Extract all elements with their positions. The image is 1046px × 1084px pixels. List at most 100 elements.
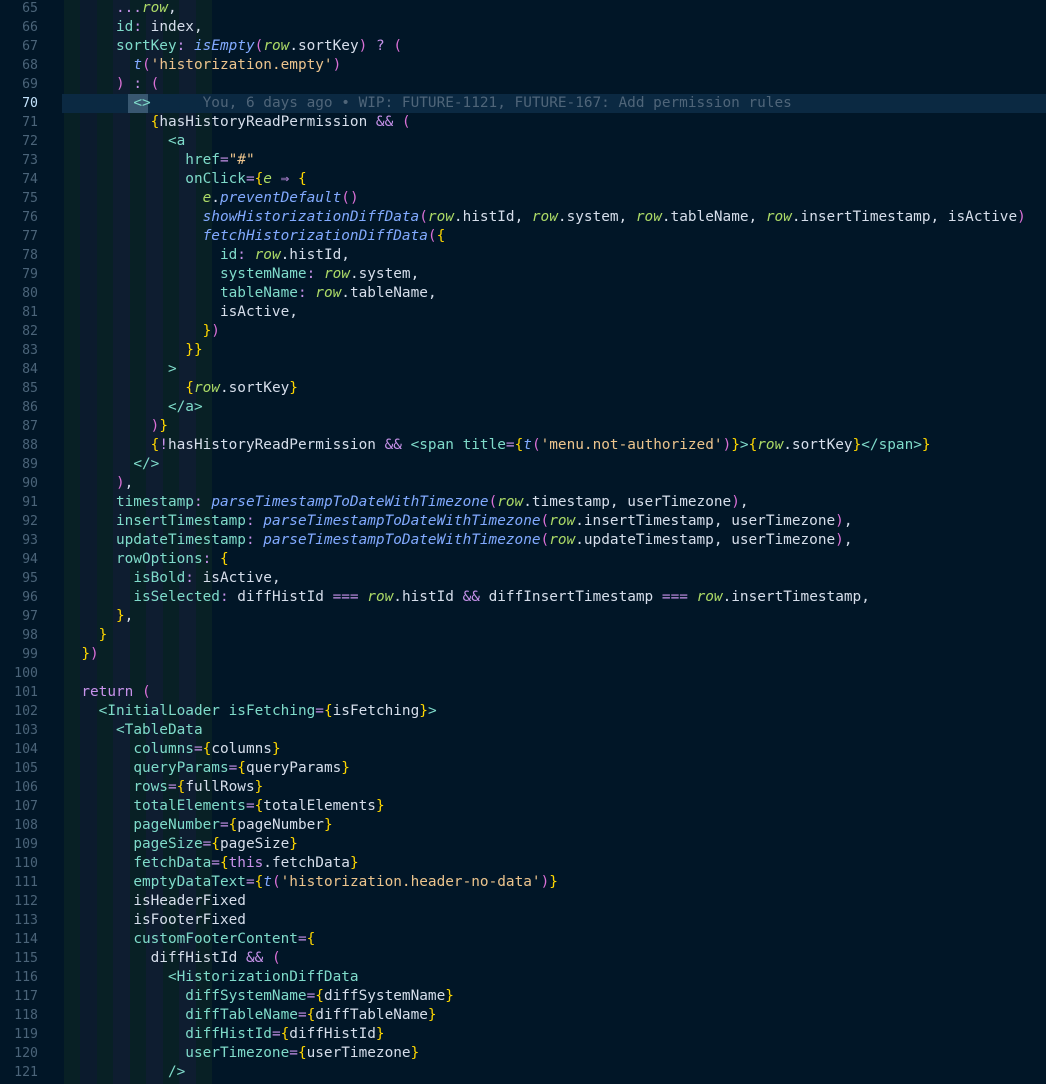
code-line[interactable]: diffHistId={diffHistId}	[64, 1025, 384, 1044]
line-number: 69	[22, 77, 38, 92]
code-line[interactable]: showHistorizationDiffData(row.histId, ro…	[64, 208, 1026, 227]
line-number: 86	[22, 400, 38, 415]
line-number: 91	[22, 495, 38, 510]
code-line[interactable]: diffSystemName={diffSystemName}	[64, 987, 454, 1006]
code-editor[interactable]: 65 66 67 68 69 70 71 72 73 74 75 76 77 78 79 80 81 82 83 84…	[0, 0, 1046, 1084]
line-number: 73	[22, 153, 38, 168]
code-line[interactable]: userTimezone={userTimezone}	[64, 1044, 419, 1063]
code-line[interactable]: isSelected: diffHistId === row.histId &&…	[64, 588, 870, 607]
line-number: 80	[22, 286, 38, 301]
code-line[interactable]: id: row.histId,	[64, 246, 350, 265]
code-line[interactable]: return (	[64, 683, 150, 702]
code-line[interactable]: },	[64, 607, 133, 626]
line-number: 93	[22, 533, 38, 548]
code-line[interactable]: href="#"	[64, 151, 254, 170]
code-line[interactable]: totalElements={totalElements}	[64, 797, 384, 816]
line-number: 65	[22, 1, 38, 16]
code-line[interactable]: rows={fullRows}	[64, 778, 263, 797]
code-line[interactable]: }	[64, 626, 108, 645]
code-line[interactable]: {hasHistoryReadPermission && (	[64, 113, 411, 132]
code-line[interactable]: )}	[64, 417, 168, 436]
line-number: 89	[22, 457, 38, 472]
code-line[interactable]: diffHistId && (	[64, 949, 281, 968]
git-blame-annotation: You, 6 days ago • WIP: FUTURE-1121, FUTU…	[202, 95, 792, 111]
code-line[interactable]: isHeaderFixed	[64, 892, 246, 911]
code-line[interactable]: e.preventDefault()	[64, 189, 359, 208]
line-number: 71	[22, 115, 38, 130]
code-line[interactable]: })	[64, 322, 220, 341]
line-number: 108	[14, 818, 38, 833]
line-number: 76	[22, 210, 38, 225]
line-number: 120	[14, 1046, 38, 1061]
code-line[interactable]: t('historization.empty')	[64, 56, 341, 75]
line-number: 75	[22, 191, 38, 206]
code-line[interactable]: sortKey: isEmpty(row.sortKey) ? (	[64, 37, 402, 56]
line-number: 96	[22, 590, 38, 605]
code-line[interactable]: pageSize={pageSize}	[64, 835, 298, 854]
code-line[interactable]: timestamp: parseTimestampToDateWithTimez…	[64, 493, 749, 512]
line-number: 117	[14, 989, 38, 1004]
line-number: 78	[22, 248, 38, 263]
line-number: 67	[22, 39, 38, 54]
line-number: 115	[14, 951, 38, 966]
code-line[interactable]: })	[64, 645, 98, 664]
line-number: 90	[22, 476, 38, 491]
code-line[interactable]: <a	[64, 132, 185, 151]
line-number: 74	[22, 172, 38, 187]
code-line[interactable]: pageNumber={pageNumber}	[64, 816, 332, 835]
code-line[interactable]: ) : (	[64, 75, 159, 94]
line-number: 77	[22, 229, 38, 244]
code-line[interactable]: emptyDataText={t('historization.header-n…	[64, 873, 558, 892]
code-line[interactable]: </a>	[64, 398, 203, 417]
line-number: 116	[14, 970, 38, 985]
code-line[interactable]: tableName: row.tableName,	[64, 284, 437, 303]
line-number: 83	[22, 343, 38, 358]
line-number: 102	[14, 704, 38, 719]
line-number: 81	[22, 305, 38, 320]
code-line[interactable]: </>	[64, 455, 159, 474]
code-line[interactable]: <HistorizationDiffData	[64, 968, 359, 987]
code-area[interactable]: ...row, id: index, sortKey: isEmpty(row.…	[62, 0, 1046, 1084]
code-line[interactable]: id: index,	[64, 18, 203, 37]
code-line[interactable]: />	[64, 1063, 185, 1082]
code-line[interactable]: fetchData={this.fetchData}	[64, 854, 358, 873]
line-number: 114	[14, 932, 38, 947]
code-line[interactable]: >	[64, 360, 177, 379]
line-number: 66	[22, 20, 38, 35]
code-line[interactable]: rowOptions: {	[64, 550, 229, 569]
code-line[interactable]: columns={columns}	[64, 740, 280, 759]
code-line[interactable]: insertTimestamp: parseTimestampToDateWit…	[64, 512, 853, 531]
line-number: 110	[14, 856, 38, 871]
code-line[interactable]: customFooterContent={	[64, 930, 315, 949]
line-number: 118	[14, 1008, 38, 1023]
code-line[interactable]: ),	[64, 474, 133, 493]
code-line[interactable]: isBold: isActive,	[64, 569, 280, 588]
code-line[interactable]: isActive,	[64, 303, 298, 322]
code-line[interactable]: {!hasHistoryReadPermission && <span titl…	[64, 436, 931, 455]
line-number: 100	[14, 666, 38, 681]
line-number: 119	[14, 1027, 38, 1042]
code-line[interactable]: {row.sortKey}	[64, 379, 298, 398]
code-line[interactable]: updateTimestamp: parseTimestampToDateWit…	[64, 531, 853, 550]
line-number: 79	[22, 267, 38, 282]
line-number: 98	[22, 628, 38, 643]
line-number: 113	[14, 913, 38, 928]
code-line[interactable]: <InitialLoader isFetching={isFetching}>	[64, 702, 437, 721]
line-number: 68	[22, 58, 38, 73]
code-line[interactable]: queryParams={queryParams}	[64, 759, 350, 778]
code-line[interactable]: ...row,	[64, 0, 177, 18]
line-number: 97	[22, 609, 38, 624]
code-line[interactable]: }}	[64, 341, 202, 360]
code-line[interactable]: systemName: row.system,	[64, 265, 419, 284]
line-number: 87	[22, 419, 38, 434]
code-line[interactable]: fetchHistorizationDiffData({	[64, 227, 446, 246]
code-line[interactable]: isFooterFixed	[64, 911, 246, 930]
code-line[interactable]: <> You, 6 days ago • WIP: FUTURE-1121, F…	[64, 94, 792, 113]
line-number: 94	[22, 552, 38, 567]
code-line[interactable]: diffTableName={diffTableName}	[64, 1006, 436, 1025]
code-line[interactable]: <TableData	[64, 721, 203, 740]
line-number: 82	[22, 324, 38, 339]
line-number: 95	[22, 571, 38, 586]
code-line[interactable]: onClick={e ⇒ {	[64, 170, 306, 189]
line-number: 85	[22, 381, 38, 396]
